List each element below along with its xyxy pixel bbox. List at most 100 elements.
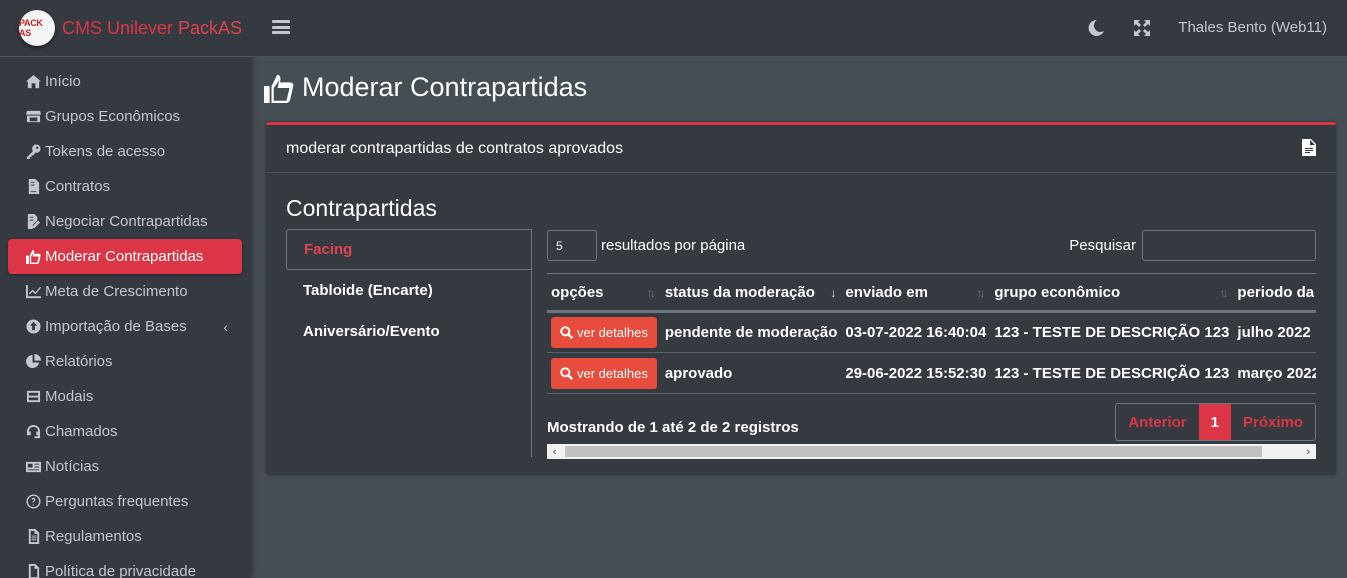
table-controls: 5 resultados por página Pesquisar [547,230,1316,261]
sort-icon: ↑↓ [1219,286,1228,300]
key-icon [24,144,42,159]
scrollbar-thumb[interactable] [565,446,1262,457]
menu-toggle-icon[interactable] [272,18,290,36]
sidebar-item-label: Negociar Contrapartidas [45,213,208,230]
cell-sent: 03-07-2022 16:40:04 [841,311,991,353]
sidebar-item-contratos[interactable]: Contratos [8,169,242,204]
table-scroll-area: opções ↑↓ status da moderação ↓ enviado em… [547,273,1316,397]
moderation-card: moderar contrapartidas de contratos apro… [266,122,1336,475]
sidebar-item-label: Modais [45,388,94,405]
cell-group: 123 - TESTE DE DESCRIÇÃO 123 [990,352,1234,394]
sidebar-item-label: Relatórios [45,353,113,370]
sidebar-item-regulamentos[interactable]: Regulamentos [8,519,242,554]
headset-icon [24,424,42,439]
sidebar-item-importacao[interactable]: Importação de Bases ‹ [8,309,242,344]
brand-link[interactable]: PACK AS CMS Unilever PackAS [0,0,250,57]
sidebar-item-meta[interactable]: Meta de Crescimento [8,274,242,309]
sidebar-item-label: Contratos [45,178,111,195]
sort-icon: ↑↓ [646,286,656,300]
column-label: enviado em [845,283,928,301]
search-icon [560,366,573,380]
file-contract-icon [24,179,42,194]
moderation-table: opções ↑↓ status da moderação ↓ enviado em… [547,273,1316,394]
col-opcoes[interactable]: opções ↑↓ [547,273,661,313]
table-header-row: opções ↑↓ status da moderação ↓ enviado em… [547,273,1316,313]
col-periodo[interactable]: periodo da m [1233,273,1316,313]
chart-line-icon [24,284,42,299]
brand-logo: PACK AS [19,10,55,46]
fullscreen-icon[interactable] [1133,19,1151,37]
cell-status: pendente de moderação [660,311,842,353]
pdf-file-icon[interactable] [1302,139,1316,156]
file-icon [24,564,42,578]
page-title-text: Moderar Contrapartidas [302,72,588,102]
thumbs-up-icon [264,74,294,103]
tab-tabloide[interactable]: Tabloide (Encarte) [286,270,532,311]
vertical-tabs: Facing Tabloide (Encarte) Aniversário/Ev… [286,229,532,352]
page-length-select[interactable]: 5 [547,230,597,261]
sidebar-item-grupos[interactable]: Grupos Econômicos [8,99,242,134]
cell-period: julho 2022 [1233,311,1316,353]
newspaper-icon [24,459,42,474]
sidebar-item-label: Moderar Contrapartidas [45,248,204,265]
tab-aniversario[interactable]: Aniversário/Evento [286,311,532,352]
sidebar-item-inicio[interactable]: Início [8,64,242,99]
cell-sent: 29-06-2022 15:52:30 [841,352,991,394]
pagination-next[interactable]: Próximo [1231,404,1315,440]
file-text-icon [24,529,42,544]
pagination-page[interactable]: 1 [1198,404,1231,440]
sidebar-item-chamados[interactable]: Chamados [8,414,242,449]
moon-icon[interactable] [1087,19,1105,37]
section-title: Contrapartidas [286,195,437,221]
sidebar-item-negociar[interactable]: Negociar Contrapartidas [8,204,242,239]
table-info: Mostrando de 1 até 2 de 2 registros [547,419,799,436]
mailbox-icon [24,389,42,404]
sidebar-item-relatorios[interactable]: Relatórios [8,344,242,379]
page-title: Moderar Contrapartidas [264,72,587,103]
cell-status: aprovado [660,352,842,394]
sidebar-item-politica[interactable]: Política de privacidade [8,554,242,578]
sidebar-item-label: Regulamentos [45,528,142,545]
tab-pane-facing: 5 resultados por página Pesquisar opções… [547,229,1316,459]
sidebar-item-perguntas[interactable]: Perguntas frequentes [8,484,242,519]
card-header-text: moderar contrapartidas de contratos apro… [286,139,624,157]
search-icon [560,326,573,339]
cell-group: 123 - TESTE DE DESCRIÇÃO 123 [990,311,1234,353]
sort-icon: ↑↓ [976,286,985,300]
view-details-button[interactable]: ver detalhes [551,317,657,348]
table-row: ver detalhes pendente de moderação 03-07… [547,311,1316,353]
sidebar-item-label: Grupos Econômicos [45,108,181,125]
top-navbar: Thales Bento (Web11) [250,0,1347,57]
brand-name-suffix: PackAS [178,17,243,38]
sidebar-item-modais[interactable]: Modais [8,379,242,414]
sidebar-item-label: Política de privacidade [45,563,196,578]
sidebar-nav: Início Grupos Econômicos Tokens de acess… [0,57,250,578]
col-status[interactable]: status da moderação ↓ [660,273,842,313]
col-grupo[interactable]: grupo econômico ↑↓ [990,273,1234,313]
scroll-right-icon[interactable]: › [1301,444,1316,459]
upload-icon [24,319,42,334]
column-label: periodo da m [1237,283,1316,301]
sidebar-item-noticias[interactable]: Notícias [8,449,242,484]
scroll-left-icon[interactable]: ‹ [547,444,562,459]
tabs-divider [531,229,532,457]
sidebar-item-tokens[interactable]: Tokens de acesso [8,134,242,169]
horizontal-scrollbar[interactable]: ‹ › [547,444,1316,459]
cell-period: março 2022 [1233,352,1316,394]
search-label: Pesquisar [1069,237,1136,254]
search-input[interactable] [1142,230,1316,261]
sidebar-item-label: Perguntas frequentes [45,493,189,510]
user-menu[interactable]: Thales Bento (Web11) [1178,19,1327,36]
home-icon [24,74,42,89]
table-row: ver detalhes aprovado 29-06-2022 15:52:3… [547,352,1316,394]
pagination-previous[interactable]: Anterior [1116,404,1198,440]
button-label: ver detalhes [577,365,648,381]
col-enviado[interactable]: enviado em ↑↓ [841,273,991,313]
page-length-label: resultados por página [601,237,746,254]
tab-facing[interactable]: Facing [286,229,532,270]
view-details-button[interactable]: ver detalhes [551,357,657,389]
sidebar: PACK AS CMS Unilever PackAS Início Grupo… [0,0,250,578]
brand-name-prefix: CMS Unilever [62,17,179,38]
sidebar-item-moderar[interactable]: Moderar Contrapartidas [8,239,242,274]
pagination: Anterior 1 Próximo [1115,403,1316,441]
